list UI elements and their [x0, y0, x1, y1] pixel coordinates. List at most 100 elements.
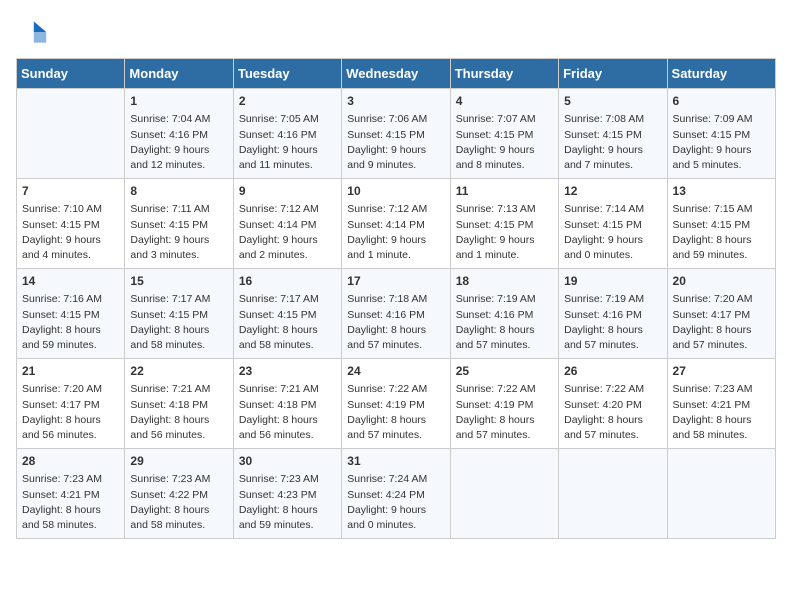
calendar-cell: 24Sunrise: 7:22 AMSunset: 4:19 PMDayligh… — [342, 359, 450, 449]
calendar-cell: 17Sunrise: 7:18 AMSunset: 4:16 PMDayligh… — [342, 269, 450, 359]
calendar-cell: 11Sunrise: 7:13 AMSunset: 4:15 PMDayligh… — [450, 179, 558, 269]
sunrise-text: Sunrise: 7:11 AM — [130, 202, 227, 217]
calendar-cell: 8Sunrise: 7:11 AMSunset: 4:15 PMDaylight… — [125, 179, 233, 269]
sunset-text: Sunset: 4:19 PM — [456, 398, 553, 413]
sunrise-text: Sunrise: 7:22 AM — [564, 382, 661, 397]
day-number: 30 — [239, 453, 336, 470]
sunrise-text: Sunrise: 7:19 AM — [456, 292, 553, 307]
daylight-text: Daylight: 8 hours and 58 minutes. — [22, 503, 119, 533]
day-number: 27 — [673, 363, 770, 380]
sunset-text: Sunset: 4:21 PM — [673, 398, 770, 413]
cell-content: 27 Sunrise: 7:23 AMSunset: 4:21 PMDayligh… — [673, 363, 770, 443]
sunset-text: Sunset: 4:20 PM — [564, 398, 661, 413]
week-row-4: 21Sunrise: 7:20 AMSunset: 4:17 PMDayligh… — [17, 359, 776, 449]
daylight-text: Daylight: 9 hours and 9 minutes. — [347, 143, 444, 173]
cell-content: 11Sunrise: 7:13 AMSunset: 4:15 PMDayligh… — [456, 183, 553, 263]
cell-content: 7Sunrise: 7:10 AMSunset: 4:15 PMDaylight… — [22, 183, 119, 263]
calendar-cell: 16Sunrise: 7:17 AMSunset: 4:15 PMDayligh… — [233, 269, 341, 359]
sunset-text: Sunset: 4:15 PM — [22, 308, 119, 323]
cell-content: 31Sunrise: 7:24 AMSunset: 4:24 PMDayligh… — [347, 453, 444, 533]
day-number: 13 — [673, 183, 770, 200]
daylight-text: Daylight: 9 hours and 0 minutes. — [347, 503, 444, 533]
cell-content: 12Sunrise: 7:14 AMSunset: 4:15 PMDayligh… — [564, 183, 661, 263]
sunrise-text: Sunrise: 7:23 AM — [673, 382, 770, 397]
calendar-cell: 19 Sunrise: 7:19 AMSunset: 4:16 PMDayligh… — [559, 269, 667, 359]
sunrise-text: Sunrise: 7:19 AM — [564, 292, 661, 307]
day-number: 24 — [347, 363, 444, 380]
daylight-text: Daylight: 8 hours and 58 minutes. — [130, 503, 227, 533]
sunrise-text: Sunrise: 7:07 AM — [456, 112, 553, 127]
sunrise-text: Sunrise: 7:22 AM — [456, 382, 553, 397]
day-number: 23 — [239, 363, 336, 380]
sunset-text: Sunset: 4:16 PM — [130, 128, 227, 143]
sunrise-text: Sunrise: 7:18 AM — [347, 292, 444, 307]
calendar-cell — [450, 449, 558, 539]
week-row-3: 14Sunrise: 7:16 AMSunset: 4:15 PMDayligh… — [17, 269, 776, 359]
sunrise-text: Sunrise: 7:20 AM — [673, 292, 770, 307]
daylight-text: Daylight: 8 hours and 57 minutes. — [564, 323, 661, 353]
calendar-cell: 20Sunrise: 7:20 AMSunset: 4:17 PMDayligh… — [667, 269, 775, 359]
daylight-text: Daylight: 8 hours and 58 minutes. — [130, 323, 227, 353]
sunset-text: Sunset: 4:15 PM — [456, 128, 553, 143]
sunrise-text: Sunrise: 7:04 AM — [130, 112, 227, 127]
sunrise-text: Sunrise: 7:23 AM — [22, 472, 119, 487]
daylight-text: Daylight: 9 hours and 2 minutes. — [239, 233, 336, 263]
calendar-cell: 1Sunrise: 7:04 AMSunset: 4:16 PMDaylight… — [125, 89, 233, 179]
daylight-text: Daylight: 9 hours and 5 minutes. — [673, 143, 770, 173]
day-number: 31 — [347, 453, 444, 470]
cell-content: 6Sunrise: 7:09 AMSunset: 4:15 PMDaylight… — [673, 93, 770, 173]
daylight-text: Daylight: 9 hours and 1 minute. — [347, 233, 444, 263]
sunrise-text: Sunrise: 7:05 AM — [239, 112, 336, 127]
day-number: 15 — [130, 273, 227, 290]
cell-content: 26Sunrise: 7:22 AMSunset: 4:20 PMDayligh… — [564, 363, 661, 443]
daylight-text: Daylight: 8 hours and 59 minutes. — [673, 233, 770, 263]
daylight-text: Daylight: 9 hours and 8 minutes. — [456, 143, 553, 173]
sunrise-text: Sunrise: 7:17 AM — [239, 292, 336, 307]
sunset-text: Sunset: 4:18 PM — [239, 398, 336, 413]
sunset-text: Sunset: 4:19 PM — [347, 398, 444, 413]
sunset-text: Sunset: 4:15 PM — [564, 218, 661, 233]
daylight-text: Daylight: 9 hours and 1 minute. — [456, 233, 553, 263]
daylight-text: Daylight: 9 hours and 12 minutes. — [130, 143, 227, 173]
sunset-text: Sunset: 4:16 PM — [347, 308, 444, 323]
calendar-cell: 2Sunrise: 7:05 AMSunset: 4:16 PMDaylight… — [233, 89, 341, 179]
day-number: 3 — [347, 93, 444, 110]
cell-content: 3Sunrise: 7:06 AMSunset: 4:15 PMDaylight… — [347, 93, 444, 173]
day-number: 6 — [673, 93, 770, 110]
calendar-cell: 31Sunrise: 7:24 AMSunset: 4:24 PMDayligh… — [342, 449, 450, 539]
daylight-text: Daylight: 8 hours and 57 minutes. — [456, 413, 553, 443]
sunset-text: Sunset: 4:14 PM — [347, 218, 444, 233]
sunrise-text: Sunrise: 7:20 AM — [22, 382, 119, 397]
sunrise-text: Sunrise: 7:12 AM — [239, 202, 336, 217]
header-day-tuesday: Tuesday — [233, 59, 341, 89]
calendar-cell — [17, 89, 125, 179]
sunset-text: Sunset: 4:14 PM — [239, 218, 336, 233]
sunset-text: Sunset: 4:15 PM — [564, 128, 661, 143]
daylight-text: Daylight: 8 hours and 58 minutes. — [673, 413, 770, 443]
calendar-cell: 27 Sunrise: 7:23 AMSunset: 4:21 PMDayligh… — [667, 359, 775, 449]
sunrise-text: Sunrise: 7:14 AM — [564, 202, 661, 217]
sunrise-text: Sunrise: 7:22 AM — [347, 382, 444, 397]
sunrise-text: Sunrise: 7:12 AM — [347, 202, 444, 217]
cell-content: 14Sunrise: 7:16 AMSunset: 4:15 PMDayligh… — [22, 273, 119, 353]
sunrise-text: Sunrise: 7:06 AM — [347, 112, 444, 127]
day-number: 4 — [456, 93, 553, 110]
daylight-text: Daylight: 8 hours and 59 minutes. — [22, 323, 119, 353]
cell-content: 13Sunrise: 7:15 AMSunset: 4:15 PMDayligh… — [673, 183, 770, 263]
daylight-text: Daylight: 9 hours and 7 minutes. — [564, 143, 661, 173]
day-number: 25 — [456, 363, 553, 380]
daylight-text: Daylight: 8 hours and 56 minutes. — [22, 413, 119, 443]
header-day-friday: Friday — [559, 59, 667, 89]
sunrise-text: Sunrise: 7:17 AM — [130, 292, 227, 307]
header-day-sunday: Sunday — [17, 59, 125, 89]
calendar-cell: 9Sunrise: 7:12 AMSunset: 4:14 PMDaylight… — [233, 179, 341, 269]
calendar-table: SundayMondayTuesdayWednesdayThursdayFrid… — [16, 58, 776, 539]
calendar-cell: 5Sunrise: 7:08 AMSunset: 4:15 PMDaylight… — [559, 89, 667, 179]
sunset-text: Sunset: 4:16 PM — [564, 308, 661, 323]
cell-content: 28Sunrise: 7:23 AMSunset: 4:21 PMDayligh… — [22, 453, 119, 533]
day-number: 19 — [564, 273, 661, 290]
day-number: 7 — [22, 183, 119, 200]
cell-content: 24Sunrise: 7:22 AMSunset: 4:19 PMDayligh… — [347, 363, 444, 443]
day-number: 11 — [456, 183, 553, 200]
logo-icon — [16, 16, 48, 48]
